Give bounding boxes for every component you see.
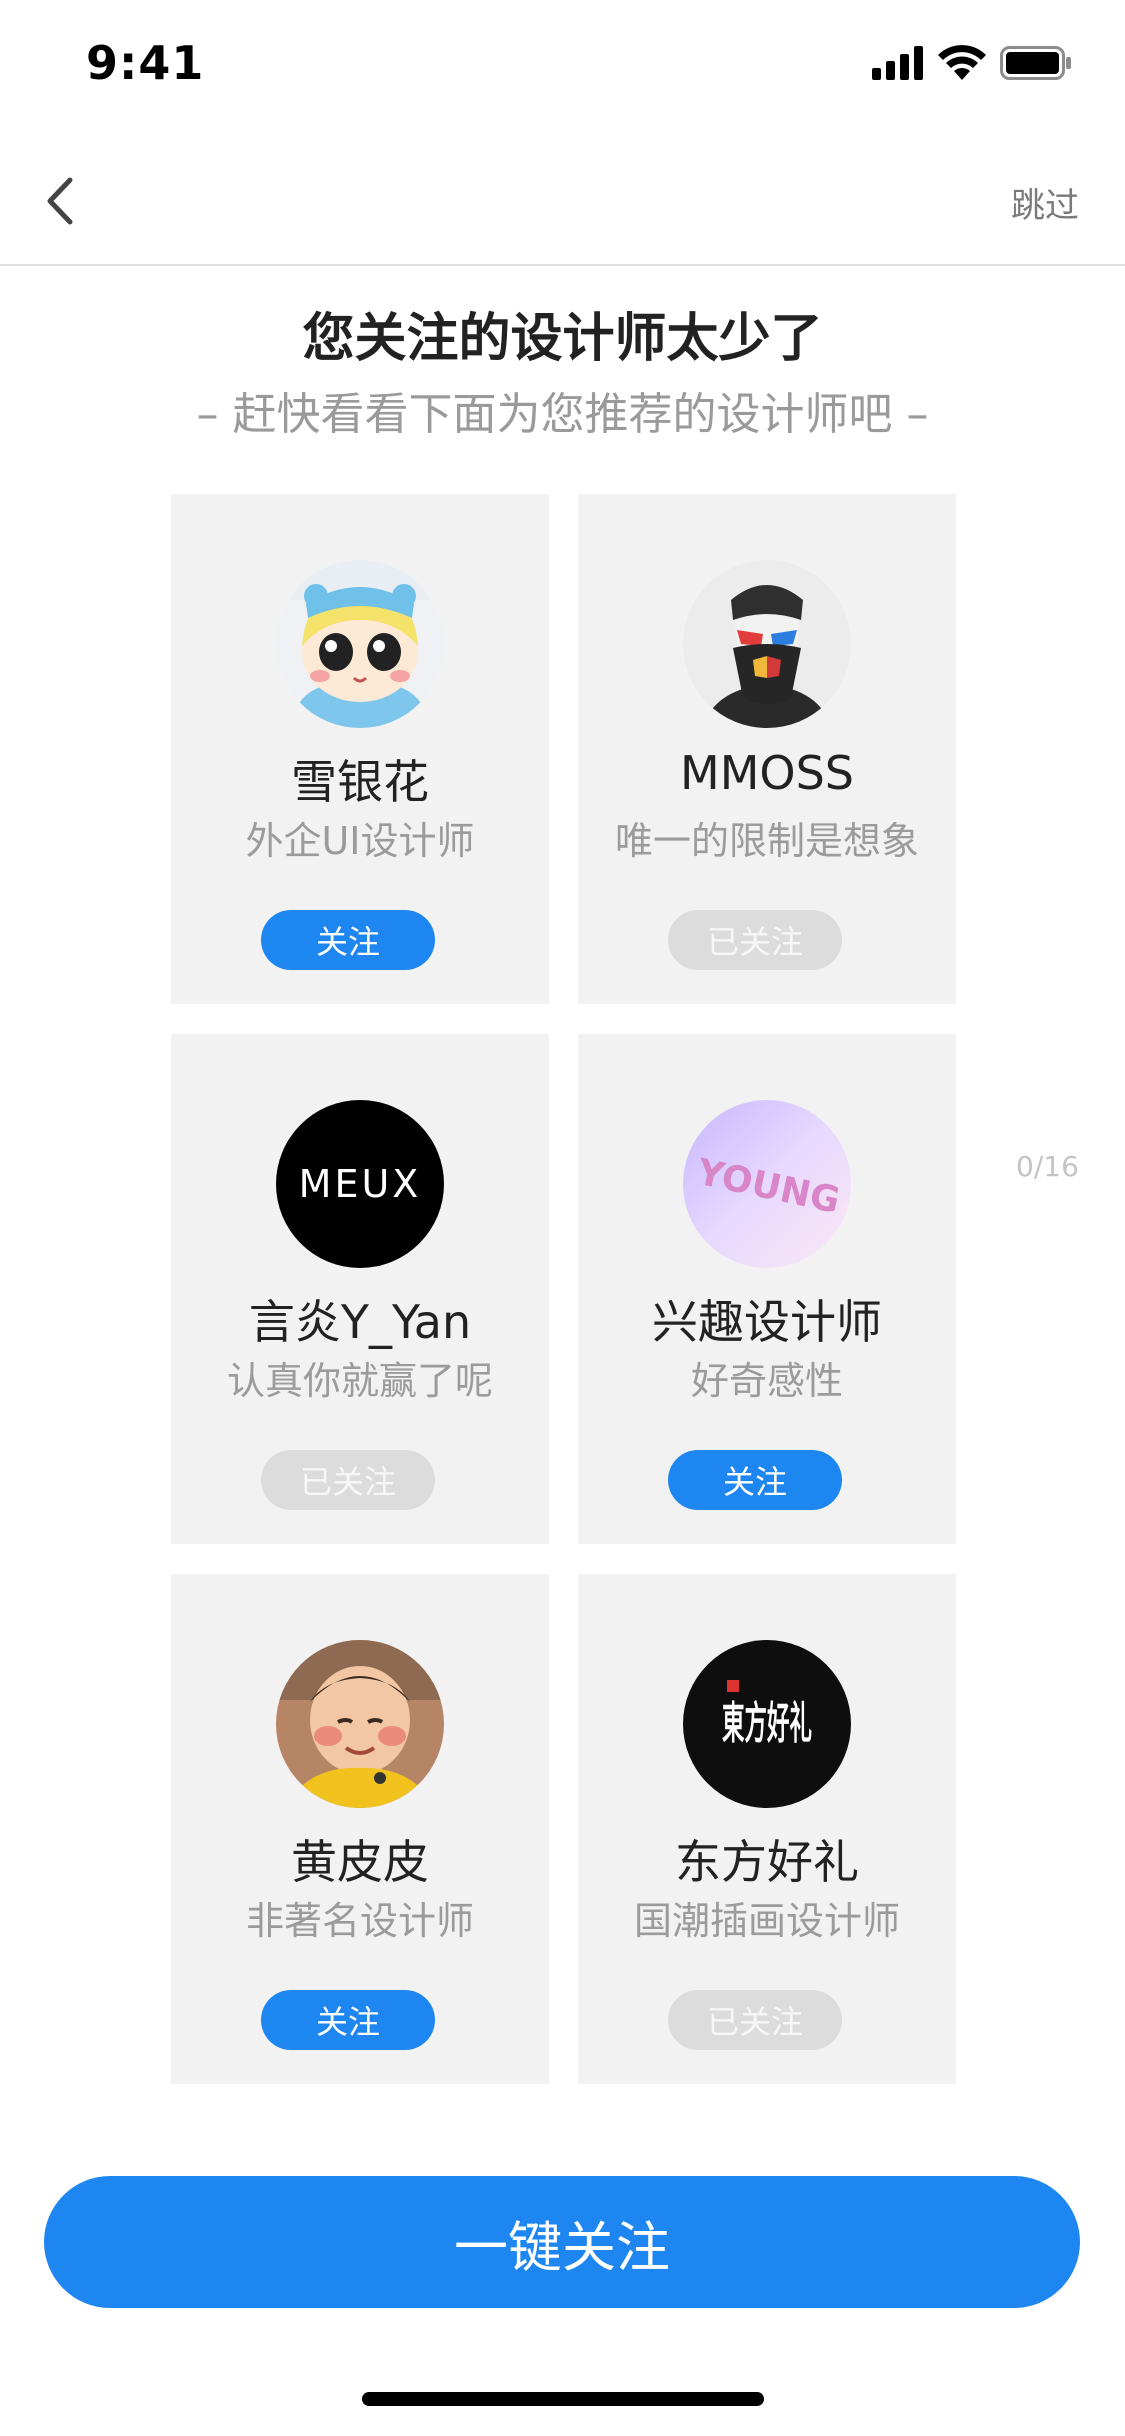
designer-name: 言炎Y_Yan [248, 1295, 472, 1349]
designer-name: MMOSS [680, 746, 854, 800]
follow-button[interactable]: 关注 [261, 1990, 435, 2050]
page: 9:41 跳过 您关注的设计师太少了 – 赶快看看下面为您推荐的设计师吧 – 雪… [0, 0, 1125, 2436]
designer-card[interactable]: 黄皮皮 非著名设计师 关注 [171, 1574, 549, 2084]
status-time: 9:41 [86, 36, 205, 90]
page-subtitle: – 赶快看看下面为您推荐的设计师吧 – [196, 389, 929, 440]
page-counter: 0/16 [1016, 1150, 1079, 1183]
designer-name: 东方好礼 [675, 1835, 859, 1889]
follow-all-button[interactable]: 一键关注 [44, 2176, 1080, 2308]
follow-button[interactable]: 关注 [668, 1450, 842, 1510]
meux-logo-avatar: MEUX [276, 1100, 444, 1268]
designer-name: 黄皮皮 [291, 1835, 429, 1889]
designer-name: 兴趣设计师 [652, 1295, 882, 1349]
followed-button[interactable]: 已关注 [668, 910, 842, 970]
designer-description: 外企UI设计师 [245, 819, 475, 863]
page-title: 您关注的设计师太少了 [302, 309, 823, 369]
designer-card[interactable]: YOUNG 兴趣设计师 好奇感性 关注 [578, 1034, 956, 1544]
bearded-man-avatar [683, 560, 851, 728]
home-indicator [362, 2392, 764, 2406]
designer-description: 非著名设计师 [245, 1899, 474, 1943]
designer-description: 认真你就赢了呢 [226, 1359, 493, 1403]
follow-button[interactable]: 关注 [261, 910, 435, 970]
meux-logo-text: MEUX [299, 1162, 422, 1206]
status-bar: 9:41 [0, 0, 1125, 132]
skip-button[interactable]: 跳过 [1011, 178, 1079, 227]
baby-photo-avatar [276, 1640, 444, 1808]
designer-card[interactable]: MMOSS 唯一的限制是想象 已关注 [578, 494, 956, 1004]
designer-description: 国潮插画设计师 [633, 1899, 900, 1943]
wifi-icon [938, 45, 986, 80]
followed-button[interactable]: 已关注 [668, 1990, 842, 2050]
young-3d-text-avatar: YOUNG [683, 1100, 851, 1268]
designer-card[interactable]: 東方好礼 东方好礼 国潮插画设计师 已关注 [578, 1574, 956, 2084]
designer-name: 雪银花 [291, 755, 429, 809]
battery-icon [1000, 46, 1071, 80]
calligraphy-logo-text: 東方好礼 [722, 1698, 812, 1749]
designer-card[interactable]: 雪银花 外企UI设计师 关注 [171, 494, 549, 1004]
back-chevron-icon[interactable] [40, 172, 90, 230]
designer-description: 好奇感性 [690, 1359, 843, 1403]
followed-button[interactable]: 已关注 [261, 1450, 435, 1510]
cartoon-kid-avatar [276, 560, 444, 728]
designer-card[interactable]: MEUX 言炎Y_Yan 认真你就赢了呢 已关注 [171, 1034, 549, 1544]
calligraphy-logo-avatar: 東方好礼 [683, 1640, 851, 1808]
nav-bar: 跳过 [0, 132, 1125, 266]
cellular-signal-icon [872, 46, 923, 80]
designer-description: 唯一的限制是想象 [614, 819, 919, 863]
